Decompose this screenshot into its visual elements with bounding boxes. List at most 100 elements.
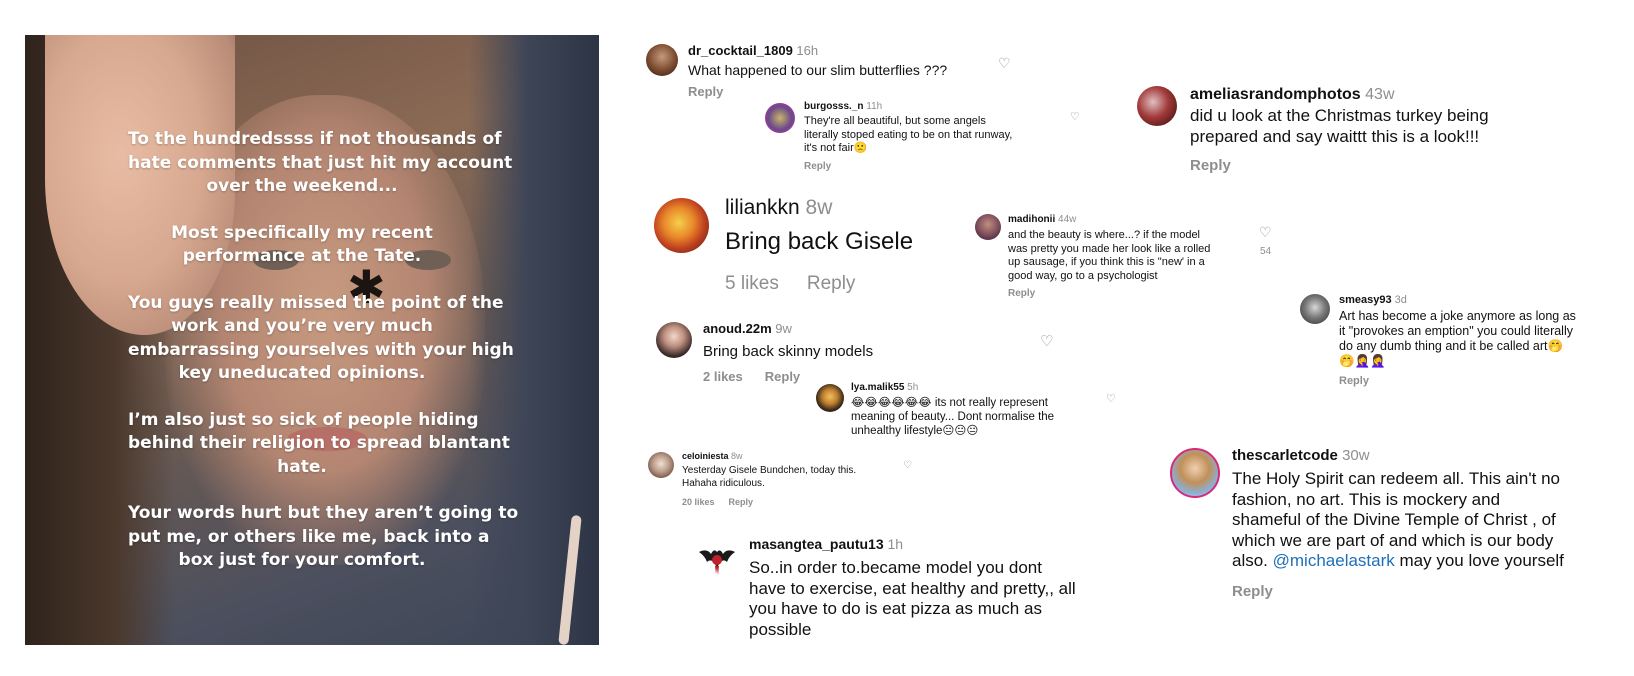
- comment-text: Bring back skinny models: [703, 343, 874, 360]
- comment-username[interactable]: dr_cocktail_1809: [688, 43, 793, 58]
- comment-line: possible: [749, 619, 812, 639]
- comment-text: Yesterday Gisele Bundchen, today this. H…: [682, 465, 856, 490]
- comment-anoud: anoud.22m 9w Bring back skinny models 2 …: [703, 320, 873, 386]
- story-line: I’m also just so sick of people hiding: [128, 409, 479, 430]
- comment-madihonii: madihonii 44w and the beauty is where...…: [1008, 213, 1210, 300]
- reply-button[interactable]: Reply: [1339, 375, 1369, 387]
- comment-time: 30w: [1342, 447, 1370, 464]
- mention-link[interactable]: @michaelastark: [1273, 551, 1395, 570]
- avatar[interactable]: [1300, 294, 1330, 324]
- comment-time: 3d: [1394, 294, 1407, 306]
- comment-line: you have to do is eat pizza as much as: [749, 599, 1042, 618]
- bat-logo-icon: [699, 550, 735, 575]
- likes-count[interactable]: 2 likes: [703, 369, 743, 384]
- comment-text: Bring back Gisele: [725, 228, 914, 255]
- comment-line: Art has become a joke anymore as long as: [1339, 309, 1576, 323]
- story-line: performance at the Tate.: [182, 246, 422, 266]
- comment-time: 16h: [796, 43, 819, 58]
- reply-button[interactable]: Reply: [765, 369, 800, 384]
- comment-burgosss: burgosss._n 11h They're all beautiful, b…: [804, 100, 1012, 173]
- comment-line: literally stoped eating to be on that ru…: [804, 128, 1013, 141]
- comment-dr-cocktail: dr_cocktail_1809 16h What happened to ou…: [688, 42, 947, 101]
- reply-button[interactable]: Reply: [729, 497, 754, 507]
- story-paragraph: To the hundredssss if not thousands of h…: [128, 128, 513, 199]
- comment-username[interactable]: celoiniesta: [682, 451, 729, 461]
- comment-line: Hahaha ridiculous.: [682, 477, 765, 489]
- likes-count[interactable]: 5 likes: [725, 273, 779, 294]
- comment-text: The Holy Spirit can redeem all. This ain…: [1232, 469, 1564, 572]
- story-line: over the weekend...: [206, 176, 398, 196]
- story-line: put me, or others like me, back into a: [128, 526, 490, 547]
- heart-outline-icon[interactable]: ♡: [998, 55, 1011, 72]
- avatar[interactable]: [765, 103, 795, 133]
- comment-line: and the beauty is where...? if the model: [1008, 229, 1201, 241]
- reply-button[interactable]: Reply: [804, 161, 831, 172]
- avatar[interactable]: [654, 198, 709, 253]
- comment-line: it "provokes an emption" you could liter…: [1339, 324, 1573, 338]
- comment-text: did u look at the Christmas turkey being…: [1190, 105, 1489, 147]
- comment-line: also. @michaelastark may you love yourse…: [1232, 551, 1564, 572]
- heart-outline-icon[interactable]: ♡: [1040, 332, 1053, 350]
- heart-outline-icon[interactable]: ♡: [1070, 110, 1080, 123]
- avatar[interactable]: [697, 538, 737, 578]
- comment-username[interactable]: madihonii: [1008, 214, 1055, 225]
- avatar[interactable]: [816, 384, 844, 412]
- comment-line: up sausage, if you think this is "new' i…: [1008, 256, 1205, 268]
- comment-username[interactable]: thescarletcode: [1232, 447, 1338, 464]
- comment-line: it's not fair🙁: [804, 142, 868, 154]
- avatar[interactable]: [1170, 448, 1220, 498]
- comment-lya: lya.malik55 5h 😂😂😂😂😂😂 its not really rep…: [851, 381, 1054, 438]
- story-paragraph: You guys really missed the point of the …: [128, 292, 514, 386]
- comment-text: They're all beautiful, but some angels l…: [804, 115, 1012, 156]
- reply-button[interactable]: Reply: [1008, 288, 1035, 299]
- comment-text: What happened to our slim butterflies ??…: [688, 62, 948, 78]
- comment-line: good way, go to a psychologist: [1008, 269, 1158, 282]
- avatar[interactable]: [648, 452, 674, 478]
- avatar[interactable]: [975, 214, 1001, 240]
- comment-line: fashion, no art. This is mockery and: [1232, 489, 1501, 509]
- comment-username[interactable]: anoud.22m: [703, 321, 772, 336]
- comment-line: do any dumb thing and it be called art🤭: [1339, 339, 1564, 353]
- avatar[interactable]: [646, 44, 678, 76]
- comment-line: meaning of beauty... Dont normalise the: [851, 411, 1055, 423]
- heart-outline-icon[interactable]: ♡: [1106, 392, 1116, 405]
- reply-button[interactable]: Reply: [1190, 157, 1231, 174]
- comment-line: Yesterday Gisele Bundchen, today this.: [682, 465, 857, 476]
- comment-liliankkn: liliankkn 8w Bring back Gisele 5 likes Re…: [725, 195, 913, 297]
- comment-line: prepared and say waittt this is a look!!…: [1190, 127, 1480, 146]
- comment-text: So..in order to.became model you dont ha…: [749, 558, 1076, 640]
- comment-line: shameful of the Divine Temple of Christ …: [1232, 510, 1556, 529]
- comment-username[interactable]: lya.malik55: [851, 382, 904, 393]
- comment-text: Art has become a joke anymore as long as…: [1339, 309, 1576, 369]
- heart-outline-icon[interactable]: ♡: [903, 460, 912, 471]
- comment-username[interactable]: liliankkn: [725, 196, 800, 219]
- story-line: You guys really missed the point of the: [128, 292, 504, 313]
- comment-time: 1h: [887, 536, 904, 552]
- comment-username[interactable]: ameliasrandomphotos: [1190, 86, 1361, 103]
- story-line: box just for your comfort.: [178, 550, 426, 570]
- story-line: hate comments that just hit my account: [128, 152, 513, 173]
- comment-line: have to exercise, eat healthy and pretty…: [749, 578, 1076, 598]
- story-line: To the hundredssss if not thousands of: [128, 129, 502, 149]
- story-line: key uneducated opinions.: [178, 363, 426, 383]
- heart-outline-icon[interactable]: ♡: [1259, 224, 1272, 241]
- comment-masangtea: masangtea_pautu13 1h So..in order to.bec…: [749, 535, 1076, 640]
- avatar[interactable]: [656, 322, 692, 358]
- reply-button[interactable]: Reply: [807, 273, 856, 294]
- comment-line: The Holy Spirit can redeem all. This ain…: [1232, 469, 1560, 488]
- story-line: Most specifically my recent: [171, 222, 433, 243]
- like-count: 54: [1260, 246, 1272, 257]
- story-paragraph: Most specifically my recent performance …: [128, 222, 476, 269]
- comment-username[interactable]: masangtea_pautu13: [749, 536, 884, 552]
- story-line: Your words hurt but they aren’t going to: [128, 503, 519, 523]
- avatar[interactable]: [1137, 86, 1177, 126]
- comment-username[interactable]: burgosss._n: [804, 101, 863, 112]
- reply-button[interactable]: Reply: [1232, 583, 1273, 600]
- comment-username[interactable]: smeasy93: [1339, 294, 1392, 306]
- comment-text: and the beauty is where...? if the model…: [1008, 229, 1210, 283]
- reply-button[interactable]: Reply: [688, 84, 723, 99]
- comment-line: was pretty you made her look like a roll…: [1008, 242, 1211, 255]
- likes-count[interactable]: 20 likes: [682, 497, 715, 507]
- story-line: hate.: [277, 456, 327, 477]
- comment-line: unhealthy lifestyle😐😐😐: [851, 425, 979, 437]
